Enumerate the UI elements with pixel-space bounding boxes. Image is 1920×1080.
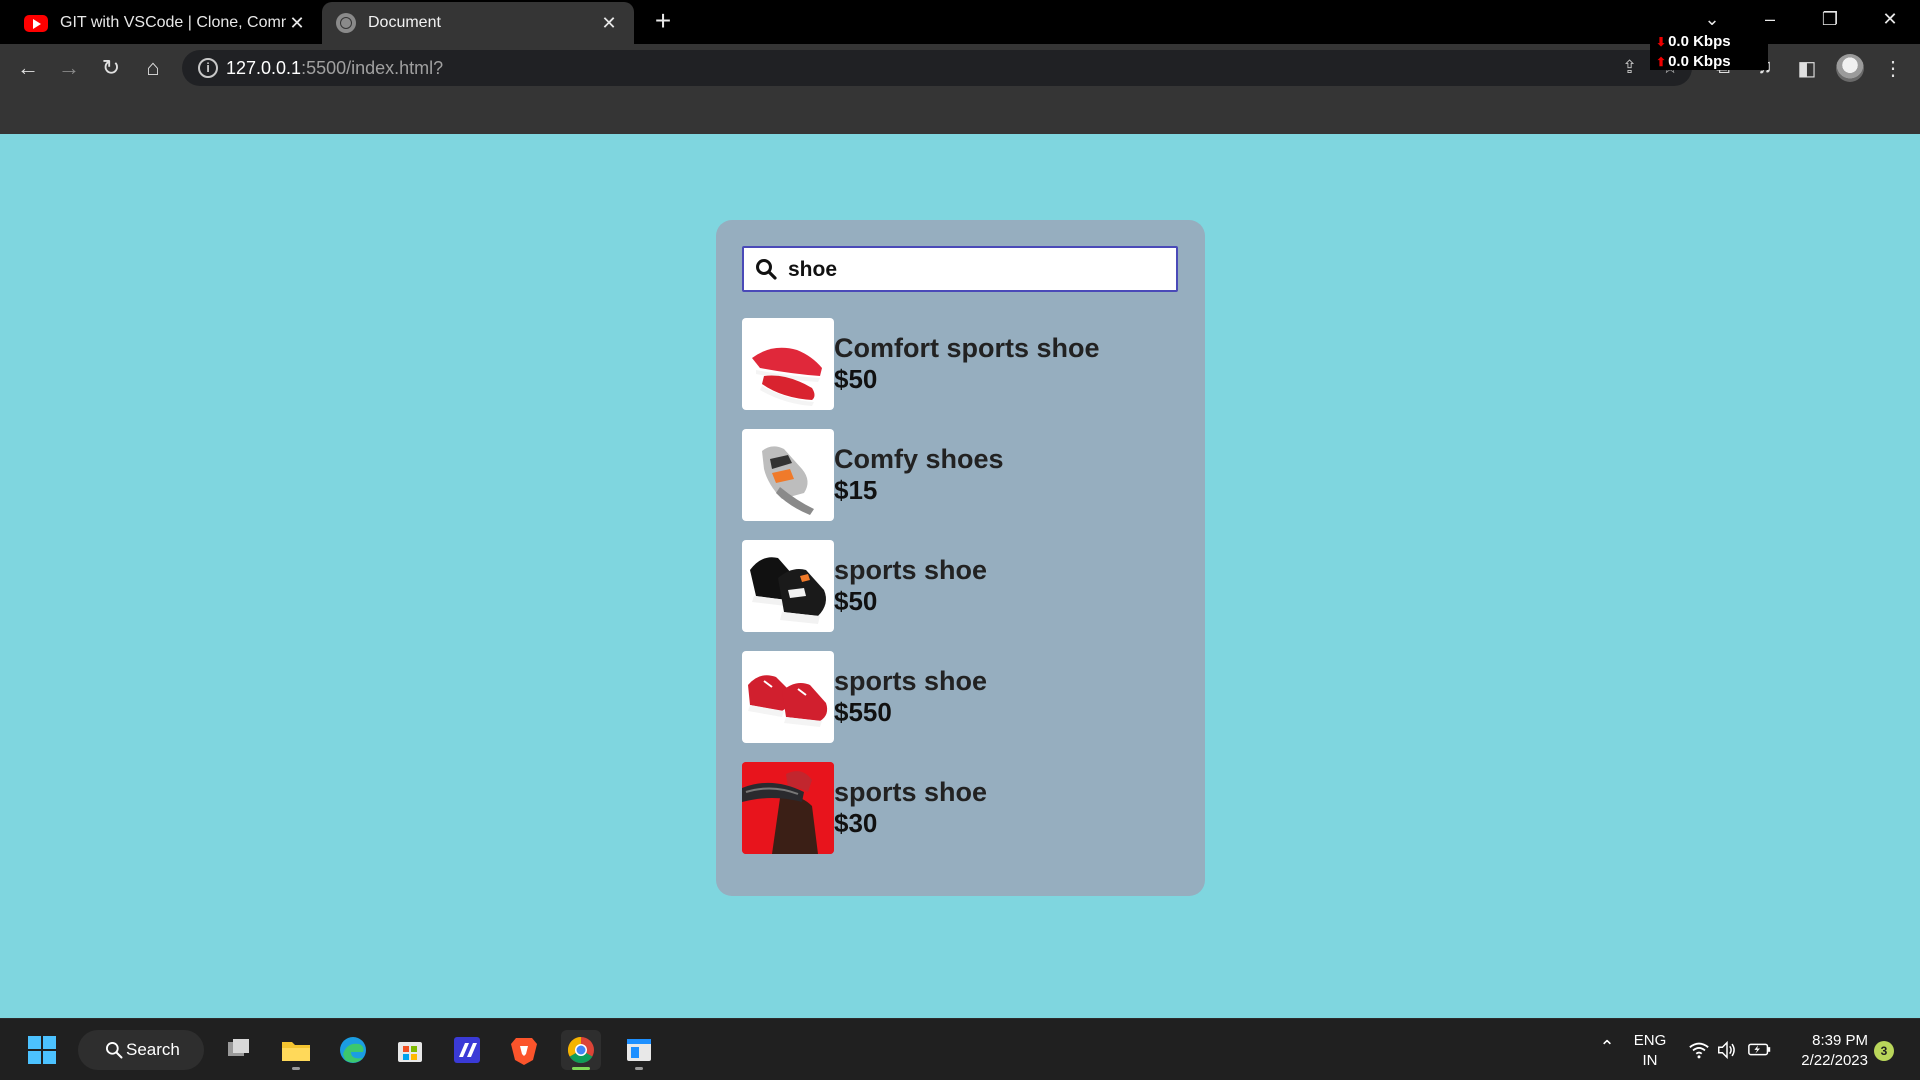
product-image-red-running-shoe: [742, 318, 834, 410]
edge-browser-icon[interactable]: [333, 1030, 373, 1070]
forward-button[interactable]: →: [53, 52, 85, 84]
brave-browser-icon[interactable]: [504, 1030, 544, 1070]
volume-icon[interactable]: [1714, 1039, 1740, 1067]
restore-button[interactable]: ❐: [1802, 0, 1858, 40]
upload-arrow-icon: ⬆: [1656, 55, 1667, 69]
file-explorer-icon[interactable]: [276, 1030, 316, 1070]
home-button[interactable]: ⌂: [137, 52, 169, 84]
tab-title: GIT with VSCode | Clone, Commit: [60, 14, 286, 31]
site-info-icon[interactable]: i: [198, 58, 218, 78]
product-price: $550: [834, 697, 892, 727]
new-tab-button[interactable]: +: [648, 6, 678, 36]
clock[interactable]: 8:39 PM 2/22/2023: [1784, 1031, 1868, 1071]
tab-document[interactable]: Document ✕: [322, 2, 634, 44]
address-url: 127.0.0.1:5500/index.html?: [226, 58, 444, 78]
download-speed: 0.0 Kbps: [1668, 33, 1731, 50]
browser-tab-bar: GIT with VSCode | Clone, Commit ✕ Docume…: [0, 0, 1920, 44]
menu-kebab-icon[interactable]: ⋮: [1880, 56, 1906, 81]
back-button[interactable]: ←: [12, 52, 44, 84]
search-icon: [106, 1042, 123, 1059]
notification-badge[interactable]: 3: [1874, 1041, 1894, 1061]
product-price: $15: [834, 475, 878, 505]
search-card: Comfort sports shoe $50 Comfy shoes $15: [716, 220, 1205, 896]
vscode-style-app-icon[interactable]: [447, 1030, 487, 1070]
notepad-app-icon[interactable]: [619, 1030, 659, 1070]
result-item[interactable]: Comfy shoes $15: [742, 429, 1172, 521]
product-image-black-white-sneaker: [742, 540, 834, 632]
bookmarks-bar: [0, 92, 1920, 134]
download-arrow-icon: ⬇: [1656, 35, 1667, 49]
chrome-browser-icon[interactable]: [561, 1030, 601, 1070]
result-item[interactable]: sports shoe $30: [742, 762, 1172, 854]
product-price: $30: [834, 808, 878, 838]
result-item[interactable]: Comfort sports shoe $50: [742, 318, 1172, 410]
language-indicator[interactable]: ENG IN: [1630, 1031, 1670, 1071]
close-window-button[interactable]: ✕: [1862, 0, 1918, 40]
battery-icon[interactable]: [1746, 1039, 1774, 1065]
browser-toolbar: ← → ↻ ⌂ i 127.0.0.1:5500/index.html? ⇪ ☆…: [0, 44, 1920, 92]
network-speed-widget: ⬇ 0.0 Kbps ⬆ 0.0 Kbps: [1650, 30, 1768, 70]
product-image-person-with-shoe-red-background: [742, 762, 834, 854]
product-price: $50: [834, 364, 878, 394]
share-icon[interactable]: ⇪: [1622, 57, 1637, 78]
clock-date: 2/22/2023: [1801, 1052, 1868, 1069]
product-name: sports shoe: [834, 555, 988, 585]
globe-icon: [336, 13, 356, 33]
reload-button[interactable]: ↻: [95, 52, 127, 84]
tab-youtube[interactable]: GIT with VSCode | Clone, Commit ✕: [10, 2, 322, 44]
search-icon: [756, 259, 777, 280]
address-bar[interactable]: i 127.0.0.1:5500/index.html? ⇪ ☆: [182, 50, 1692, 86]
product-price: $50: [834, 586, 878, 616]
windows-logo-icon: [28, 1036, 56, 1064]
product-name: Comfy shoes: [834, 444, 1004, 474]
show-hidden-icons-chevron-icon[interactable]: ⌃: [1592, 1037, 1622, 1057]
microsoft-store-icon[interactable]: [390, 1030, 430, 1070]
side-panel-icon[interactable]: ◧: [1794, 56, 1820, 81]
wifi-icon[interactable]: [1686, 1039, 1712, 1065]
product-name: sports shoe: [834, 666, 988, 696]
close-tab-icon[interactable]: ✕: [598, 13, 620, 34]
search-box[interactable]: [742, 246, 1178, 292]
taskbar-search-label: Search: [126, 1040, 180, 1059]
result-item[interactable]: sports shoe $550: [742, 651, 1172, 743]
results-list: Comfort sports shoe $50 Comfy shoes $15: [742, 318, 1172, 873]
product-image-red-canvas-sneaker: [742, 651, 834, 743]
clock-time: 8:39 PM: [1812, 1032, 1868, 1049]
windows-start-button[interactable]: [22, 1030, 62, 1070]
product-name: Comfort sports shoe: [834, 333, 1100, 363]
close-tab-icon[interactable]: ✕: [286, 13, 308, 34]
youtube-icon: [24, 14, 48, 32]
result-item[interactable]: sports shoe $50: [742, 540, 1172, 632]
task-view-icon[interactable]: [218, 1030, 258, 1070]
product-name: sports shoe: [834, 777, 988, 807]
upload-speed: 0.0 Kbps: [1668, 53, 1731, 70]
tab-title: Document: [368, 14, 441, 31]
taskbar-search[interactable]: Search: [78, 1030, 204, 1070]
search-input[interactable]: [788, 254, 1168, 286]
page-viewport: Comfort sports shoe $50 Comfy shoes $15: [0, 134, 1920, 1018]
taskbar: Search ⌃ ENG IN 8:39 PM 2/22/2023 3: [0, 1018, 1920, 1080]
product-image-grey-orange-sneaker: [742, 429, 834, 521]
profile-avatar[interactable]: [1836, 54, 1864, 82]
